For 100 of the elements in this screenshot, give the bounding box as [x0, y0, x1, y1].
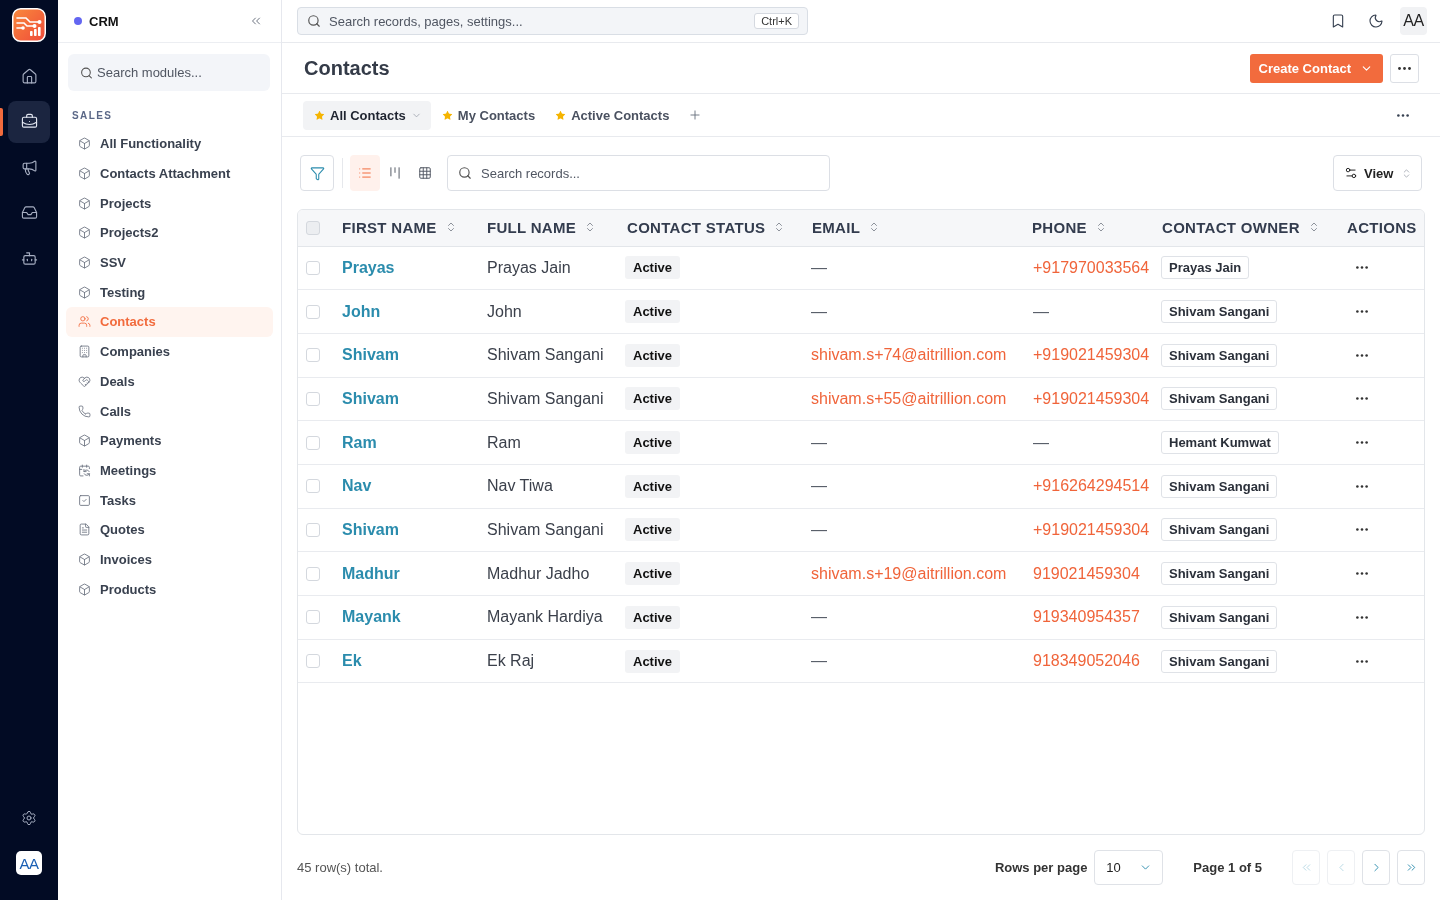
sidebar-item[interactable]: SSV [66, 247, 273, 278]
rail-nav-button[interactable] [8, 100, 50, 143]
sidebar-item[interactable]: Deals [66, 366, 273, 397]
dot-icon [74, 17, 82, 25]
document-icon [78, 523, 91, 537]
cube-icon [78, 137, 91, 151]
sidebar-item[interactable]: All Functionality [66, 129, 273, 159]
settings-icon [21, 810, 37, 826]
account-avatar[interactable]: AA [1400, 7, 1427, 35]
status-tag: Active [625, 256, 681, 280]
row-checkbox[interactable] [306, 348, 320, 363]
search-icon [458, 166, 472, 180]
view-tab[interactable]: All Contacts [303, 100, 431, 130]
contact-name-link[interactable]: Madhur [342, 564, 400, 582]
full-name-text: Shivam Sangani [487, 389, 604, 407]
row-checkbox[interactable] [306, 522, 320, 537]
row-checkbox[interactable] [306, 479, 320, 494]
empty-value: — [1033, 302, 1049, 320]
ellipsis-icon [1356, 572, 1368, 576]
row-checkbox[interactable] [306, 610, 320, 625]
status-tag: Active [625, 343, 681, 367]
sidebar-item[interactable]: Testing [66, 277, 273, 308]
user-avatar[interactable]: AA [16, 851, 42, 875]
sidebar-item[interactable]: Calls [66, 396, 273, 426]
owner-tag: Shivam Sangani [1161, 605, 1278, 629]
contact-name-link[interactable]: Ram [342, 433, 377, 451]
ellipsis-icon [1356, 310, 1368, 314]
robot-icon [20, 249, 38, 267]
contact-name-link[interactable]: Ek [342, 652, 362, 670]
rows-per-page-select[interactable]: 10 [1094, 850, 1164, 885]
star-icon [314, 109, 325, 121]
view-button[interactable]: View [1333, 155, 1422, 191]
column-header: ACTIONS [1347, 218, 1417, 236]
calendar-icon [78, 463, 91, 477]
column-header[interactable]: EMAIL [812, 218, 881, 236]
contact-name-link[interactable]: Shivam [342, 520, 399, 538]
up-down-chevron-icon [1401, 167, 1412, 179]
sidebar-item[interactable]: Meetings [66, 455, 273, 486]
owner-tag: Hemant Kumwat [1161, 431, 1279, 455]
active-indicator [0, 107, 3, 136]
sidebar-item[interactable]: Invoices [66, 544, 273, 575]
module-search-field[interactable]: Search modules... [68, 54, 270, 91]
row-checkbox[interactable] [306, 304, 320, 319]
more-button[interactable] [1390, 53, 1419, 83]
contact-name-link[interactable]: Mayank [342, 608, 401, 626]
double-chevron-left-icon [249, 14, 263, 28]
row-checkbox[interactable] [306, 566, 320, 581]
app-title: CRM [89, 13, 119, 29]
contact-name-link[interactable]: Prayas [342, 258, 395, 276]
sidebar-item[interactable]: Payments [66, 425, 273, 456]
contact-name-link[interactable]: John [342, 302, 381, 320]
ellipsis-icon [1356, 528, 1368, 532]
full-name-text: Nav Tiwa [487, 477, 553, 495]
view-tab[interactable]: My Contacts [430, 100, 545, 130]
star-icon [555, 109, 567, 121]
cube-icon [78, 226, 91, 240]
status-tag: Active [625, 649, 681, 673]
empty-value: — [1033, 433, 1049, 451]
sidebar-item[interactable]: Products [66, 574, 273, 604]
sidebar-item[interactable]: Projects2 [66, 218, 273, 248]
contact-name-link[interactable]: Shivam [342, 346, 399, 364]
sidebar-item[interactable]: Contacts Attachment [66, 158, 273, 189]
search-icon [307, 14, 321, 28]
sidebar-item[interactable]: Companies [66, 336, 273, 367]
logo-icon [12, 8, 46, 42]
select-all-checkbox[interactable] [306, 220, 320, 235]
phone-icon [78, 404, 91, 418]
empty-value: — [811, 302, 827, 320]
star-icon [441, 109, 453, 121]
ellipsis-icon [1356, 615, 1368, 619]
empty-value: — [811, 258, 827, 276]
row-checkbox[interactable] [306, 435, 320, 450]
filter-button[interactable] [300, 155, 334, 191]
contact-name-link[interactable]: Shivam [342, 389, 399, 407]
full-name-text: Shivam Sangani [487, 346, 604, 364]
moon-icon [1368, 13, 1384, 29]
page-indicator: Page 1 of 5 [1193, 860, 1262, 875]
sidebar-item[interactable]: Tasks [66, 485, 273, 515]
bookmark-icon [1330, 13, 1346, 29]
status-tag: Active [625, 518, 681, 542]
cube-icon [78, 552, 91, 566]
record-search-field[interactable]: Search records... [447, 155, 830, 191]
contact-name-link[interactable]: Nav [342, 477, 372, 495]
sliders-icon [1344, 166, 1358, 180]
house-icon [20, 67, 38, 85]
square-check-icon [78, 493, 91, 507]
status-tag: Active [625, 387, 681, 411]
cube-icon [78, 434, 91, 448]
inbox-icon [20, 204, 38, 221]
view-tab[interactable]: Active Contacts [544, 100, 679, 130]
status-tag: Active [625, 300, 681, 324]
ellipsis-icon [1356, 659, 1368, 663]
row-checkbox[interactable] [306, 391, 320, 406]
owner-tag: Shivam Sangani [1161, 474, 1278, 498]
sidebar-item[interactable]: Quotes [66, 514, 273, 545]
sidebar-item[interactable]: Projects [66, 188, 273, 219]
owner-tag: Shivam Sangani [1161, 562, 1278, 586]
row-checkbox[interactable] [306, 260, 320, 275]
owner-tag: Shivam Sangani [1161, 387, 1278, 411]
row-checkbox[interactable] [306, 654, 320, 669]
